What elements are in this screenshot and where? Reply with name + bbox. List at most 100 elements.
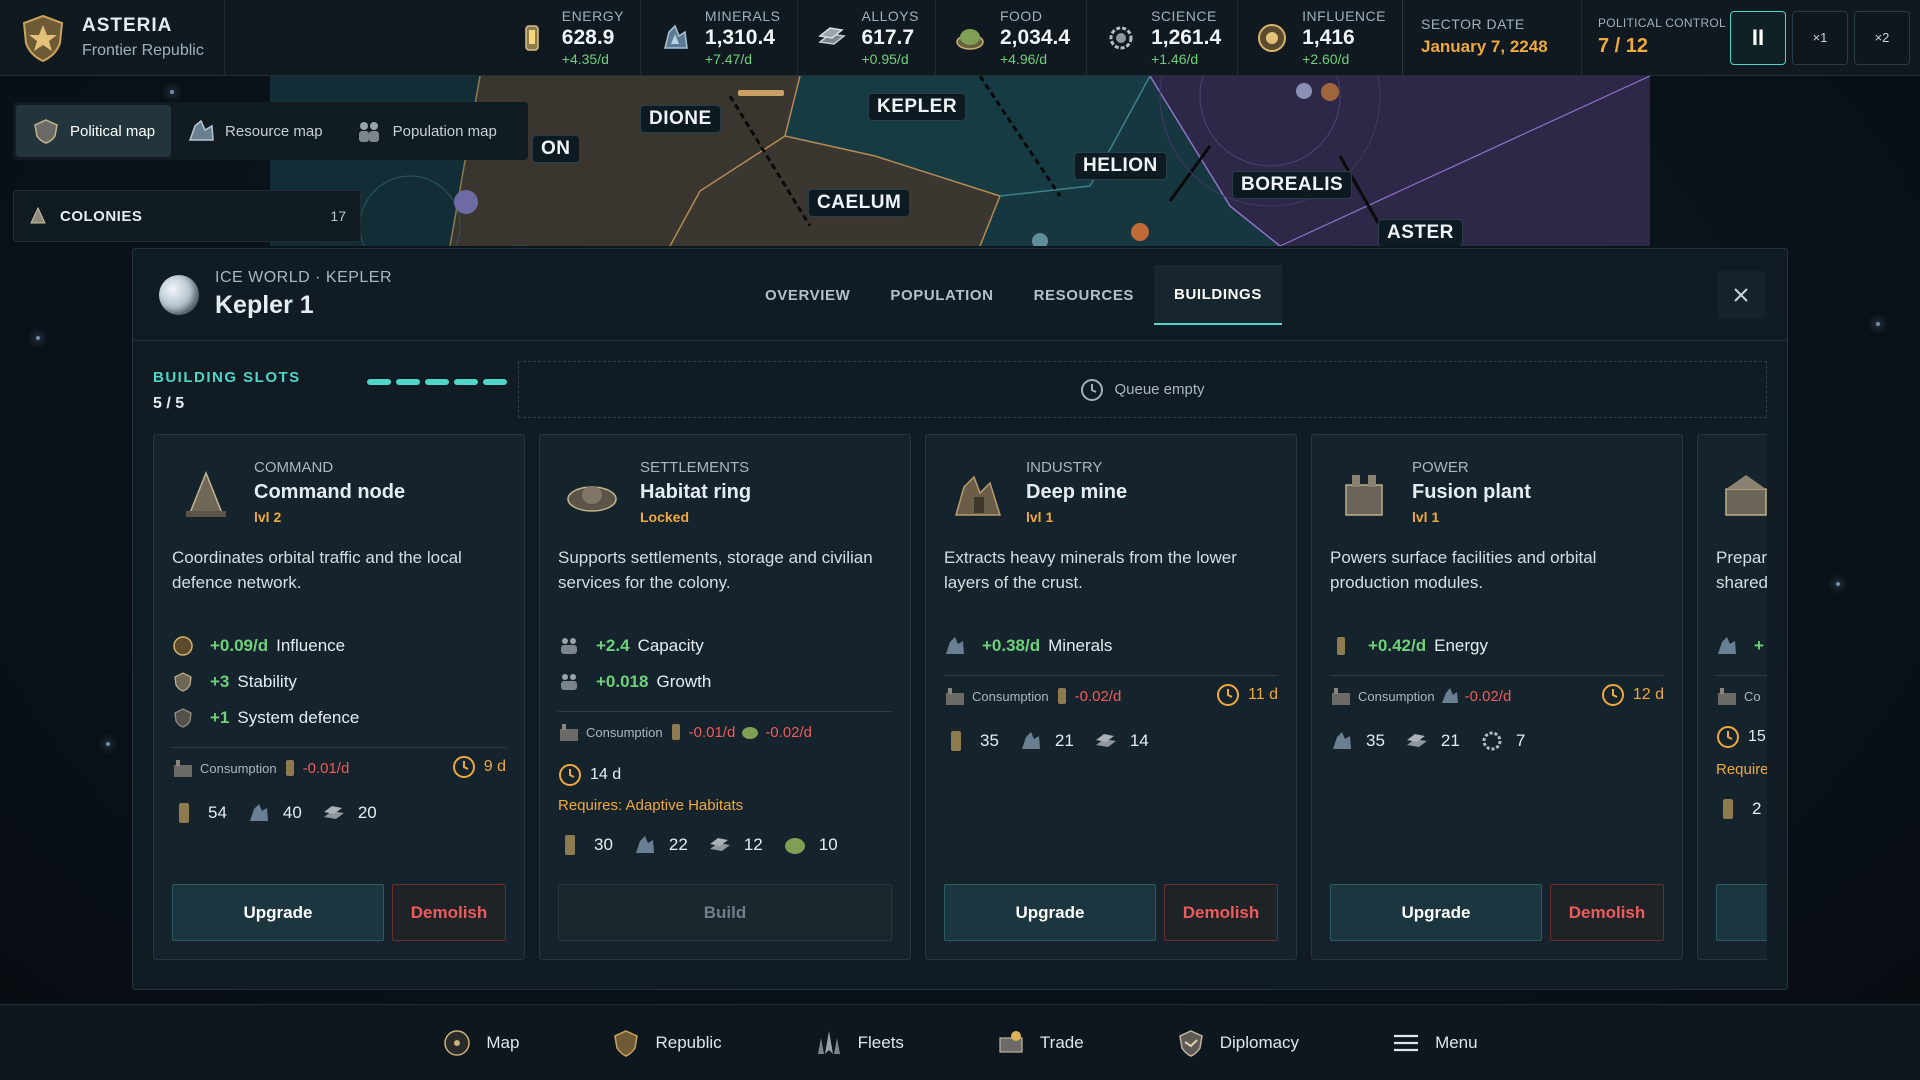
slot-pip [367,379,391,385]
building-name: Deep mine [1026,481,1128,503]
tab-label: Population map [392,122,497,140]
demolish-button[interactable]: Demolish [1164,884,1278,941]
clock-icon [559,764,581,786]
build-time-value: 11 d [1248,686,1278,703]
system-label-helion[interactable]: HELION [1074,152,1167,180]
minerals-icon [663,24,688,49]
building-card-partial: Prepar shared + Co 15 Require 2 [1697,434,1767,960]
building-level: lvl 1 [1026,509,1054,525]
nav-label: Diplomacy [1219,1032,1300,1052]
cost-value: 7 [1515,731,1526,750]
resource-energy[interactable]: ENERGY 628.9 +4.35/d [498,0,641,75]
cost-value: 20 [357,803,377,822]
factory-icon [946,688,964,705]
resource-value: 2,034.4 [999,26,1071,49]
resource-value: 1,310.4 [704,26,775,49]
system-label-caelum[interactable]: CAELUM [808,189,911,217]
resource-rate: +2.60/d [1302,51,1350,67]
building-category: POWER [1412,459,1469,476]
effect-label: Growth [656,672,712,691]
system-label-borealis[interactable]: BOREALIS [1232,171,1353,199]
nav-trade[interactable]: Trade [950,1028,1130,1058]
slot-pip [454,379,478,385]
effect-value: +0.09/d [210,636,269,655]
food-icon [784,838,805,854]
resource-science[interactable]: SCIENCE 1,261.4 +1.46/d [1087,0,1239,75]
tab-buildings[interactable]: BUILDINGS [1154,265,1282,325]
energy-icon [179,803,189,823]
colonies-toggle[interactable]: COLONIES 17 [13,190,361,242]
demolish-button[interactable]: Demolish [1550,884,1664,941]
nav-label: Menu [1435,1032,1478,1052]
slot-pip [483,379,507,385]
action-button[interactable] [1716,884,1767,941]
close-button[interactable] [1717,271,1765,319]
defence-icon [174,708,192,728]
energy-icon [285,760,294,776]
tab-resource-map[interactable]: Resource map [171,105,339,157]
resource-food[interactable]: FOOD 2,034.4 +4.96/d [936,0,1088,75]
factory-icon [174,760,192,777]
sector-date-value: January 7, 2248 [1421,37,1548,56]
resource-map-icon [188,119,214,141]
speed-x1-button[interactable]: ×1 [1792,10,1848,65]
consumption-value: -0.01/d [688,723,736,741]
build-button[interactable]: Build [558,884,892,941]
tab-population[interactable]: POPULATION [870,265,1013,325]
empire-brand[interactable]: ASTERIA Frontier Republic [0,0,225,75]
nav-diplomacy[interactable]: Diplomacy [1130,1028,1345,1058]
resource-minerals[interactable]: MINERALS 1,310.4 +7.47/d [641,0,798,75]
resource-influence[interactable]: INFLUENCE 1,416 +2.60/d [1238,0,1402,75]
resource-alloys[interactable]: ALLOYS 617.7 +0.95/d [798,0,936,75]
energy-icon [565,835,575,855]
consumption-label: Consumption [972,688,1049,704]
upgrade-button[interactable]: Upgrade [1330,884,1542,941]
system-label-aster[interactable]: ASTER [1378,219,1463,246]
system-label-kepler[interactable]: KEPLER [868,93,967,121]
stability-icon [174,672,192,692]
nav-republic[interactable]: Republic [565,1028,767,1058]
tab-population-map[interactable]: Population map [339,105,513,157]
resource-value: 1,416 [1302,26,1355,49]
nav-map[interactable]: Map [396,1028,565,1058]
system-label-on[interactable]: ON [532,135,580,163]
building-description: Supports settlements, storage and civili… [558,548,873,592]
minerals-icon [946,637,964,654]
speed-x2-button[interactable]: ×2 [1854,10,1910,65]
cost-row: 2 [1716,797,1767,821]
cost-value: 40 [282,803,302,822]
nav-label: Trade [1039,1032,1084,1052]
shield-emblem-icon [22,14,64,62]
tab-resources[interactable]: RESOURCES [1014,265,1154,325]
building-level: lvl 2 [254,509,282,525]
tab-political-map[interactable]: Political map [16,105,172,157]
system-label-dione[interactable]: DIONE [640,105,721,133]
building-description: Extracts heavy minerals from the lower l… [944,548,1237,592]
nav-menu[interactable]: Menu [1345,1028,1524,1058]
demolish-button[interactable]: Demolish [392,884,506,941]
resource-name: ENERGY [561,8,624,24]
upgrade-button[interactable]: Upgrade [944,884,1156,941]
nav-fleets[interactable]: Fleets [768,1028,950,1058]
political-control[interactable]: POLITICAL CONTROL 7 / 12 [1582,0,1730,75]
building-name: Habitat ring [640,481,752,503]
effect-value: +3 [210,672,230,691]
tab-overview[interactable]: OVERVIEW [745,265,870,325]
clock-icon [1601,684,1624,706]
fusion-plant-icon [1345,475,1383,516]
energy-icon [525,24,539,51]
build-time: 15 [1716,725,1766,749]
planet-icon [159,274,199,315]
effect-value: +0.38/d [982,636,1041,655]
effect-label: Influence [276,636,346,655]
resource-value: 1,261.4 [1151,26,1222,49]
cost-value: 12 [743,835,763,854]
minerals-icon [635,836,654,853]
nav-label: Republic [655,1032,722,1052]
pause-button[interactable]: II [1730,10,1786,65]
building-slots: BUILDING SLOTS 5 / 5 Queue empty [153,361,1767,418]
effect-value: +2.4 [596,636,630,655]
requirement-text: Require [1716,761,1767,778]
upgrade-button[interactable]: Upgrade [172,884,384,941]
description-line: shared [1716,573,1767,592]
